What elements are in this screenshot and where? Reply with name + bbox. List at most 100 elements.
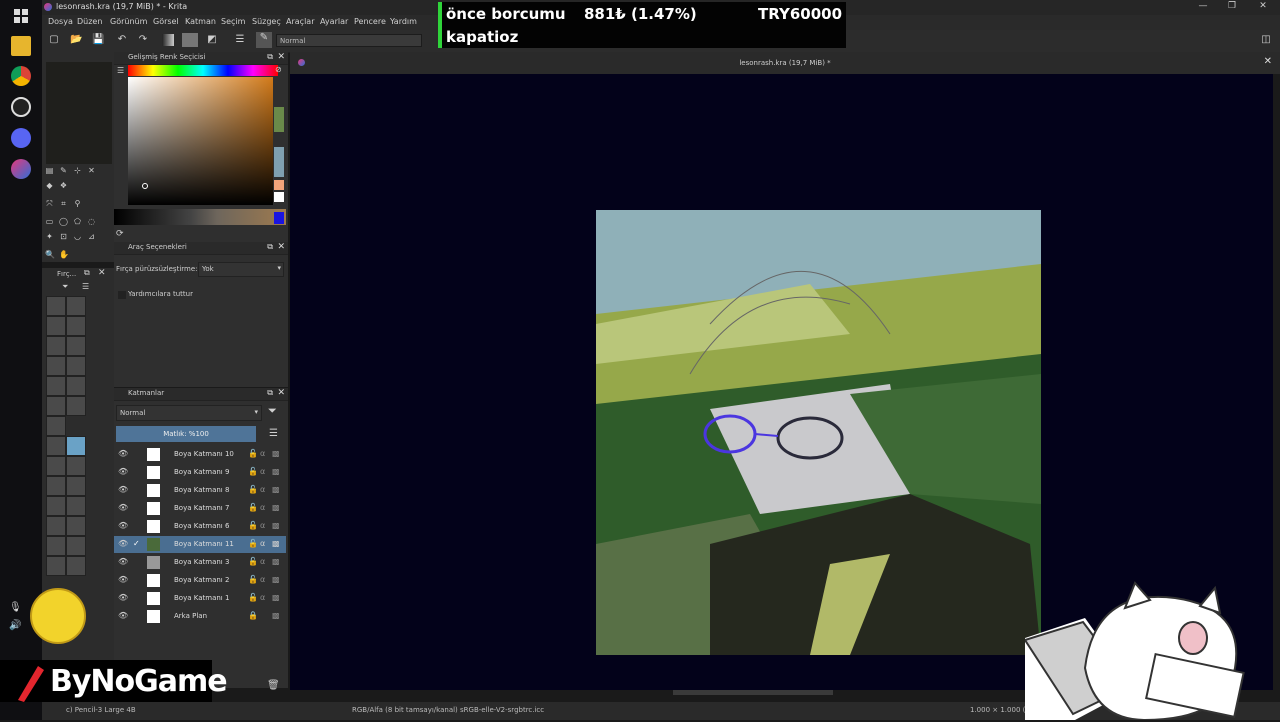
layer-row[interactable]: 👁 Boya Katmanı 10 🔓 α ▩ <box>114 446 286 463</box>
brush-preset[interactable] <box>66 296 86 316</box>
layer-row[interactable]: 👁 Boya Katmanı 9 🔓 α ▩ <box>114 464 286 481</box>
pin-tool-icon[interactable]: ⚲ <box>73 199 82 208</box>
brush-preset[interactable] <box>46 296 66 316</box>
recent-color-swatch[interactable] <box>274 180 284 190</box>
inherit-alpha-icon[interactable]: ▩ <box>272 503 280 512</box>
refresh-icon[interactable]: ⟳ <box>116 229 124 239</box>
menu-araclar[interactable]: Araçlar <box>286 17 314 26</box>
float-docker-icon[interactable]: ⧉ <box>267 52 273 62</box>
file-explorer-icon[interactable] <box>11 36 31 56</box>
inherit-alpha-icon[interactable]: ▩ <box>272 449 280 458</box>
menu-secim[interactable]: Seçim <box>221 17 245 26</box>
brush-preset[interactable] <box>46 336 66 356</box>
alpha-lock-icon[interactable]: α <box>260 467 265 476</box>
mic-icon[interactable]: 🎙 <box>9 602 22 613</box>
alpha-lock-icon[interactable]: α <box>260 485 265 494</box>
brush-preset[interactable] <box>46 316 66 336</box>
blue-swatch[interactable] <box>274 212 284 224</box>
brush-preset[interactable] <box>66 456 86 476</box>
alpha-lock-icon[interactable]: α <box>260 593 265 602</box>
menu-pencere[interactable]: Pencere <box>354 17 386 26</box>
chrome-icon[interactable] <box>11 66 31 86</box>
lock-icon[interactable]: 🔓 <box>248 485 258 494</box>
layer-row[interactable]: 👁 Boya Katmanı 7 🔓 α ▩ <box>114 500 286 517</box>
inherit-alpha-icon[interactable]: ▩ <box>272 521 280 530</box>
save-icon[interactable]: 💾 <box>92 34 104 46</box>
brush-preset[interactable] <box>66 316 86 336</box>
freehand-select-icon[interactable]: ◌ <box>87 217 96 226</box>
lock-icon[interactable]: 🔓 <box>248 539 258 548</box>
fg-bg-color-icon[interactable]: ◩ <box>206 34 218 46</box>
bezier-select-icon[interactable]: ◡ <box>73 232 82 241</box>
alpha-lock-icon[interactable]: α <box>260 521 265 530</box>
brush-preset[interactable] <box>66 476 86 496</box>
brush-preset-icon[interactable]: ✎ <box>256 32 272 48</box>
lock-icon[interactable]: 🔓 <box>248 449 258 458</box>
volume-icon[interactable]: 🔊 <box>9 620 21 631</box>
brush-preset[interactable] <box>46 376 66 396</box>
brush-preset[interactable] <box>66 376 86 396</box>
brush-preset[interactable] <box>66 396 86 416</box>
inherit-alpha-icon[interactable]: ▩ <box>272 539 280 548</box>
brush-preset[interactable] <box>46 556 66 576</box>
brushes-close-icon[interactable]: ✕ <box>98 268 106 278</box>
menu-katman[interactable]: Katman <box>185 17 216 26</box>
alpha-lock-icon[interactable]: α <box>260 503 265 512</box>
multibrush-tool-icon[interactable]: ❖ <box>59 181 68 190</box>
opacity-slider[interactable]: Matlık: %100 <box>116 426 256 442</box>
visibility-icon[interactable]: 👁 <box>118 485 128 494</box>
new-file-icon[interactable]: ▢ <box>48 34 60 46</box>
fg-color-swatch[interactable] <box>274 192 284 202</box>
alpha-lock-icon[interactable]: α <box>260 575 265 584</box>
lock-icon[interactable]: 🔓 <box>248 557 258 566</box>
visibility-icon[interactable]: 👁 <box>118 611 128 620</box>
eyedropper-tool-icon[interactable]: ✎ <box>59 166 68 175</box>
undo-icon[interactable]: ↶ <box>116 34 128 46</box>
zoom-tool-icon[interactable]: 🔍 <box>45 250 55 259</box>
visibility-icon[interactable]: 👁 <box>118 467 128 476</box>
float-docker-icon[interactable]: ⧉ <box>267 242 273 252</box>
magnetic-select-icon[interactable]: ⊿ <box>87 232 96 241</box>
brush-tag-icon[interactable]: ⏷ <box>62 282 68 292</box>
smart-patch-tool-icon[interactable]: ⊹ <box>73 166 82 175</box>
inherit-alpha-icon[interactable]: ▩ <box>272 467 280 476</box>
filter-icon[interactable]: ⏷ <box>268 404 277 418</box>
contiguous-select-icon[interactable]: ✦ <box>45 232 54 241</box>
document-tab-title[interactable]: lesonrash.kra (19,7 MiB) * <box>290 59 1280 67</box>
alpha-lock-icon[interactable]: α <box>260 557 265 566</box>
alpha-lock-icon[interactable]: α <box>260 449 265 458</box>
visibility-icon[interactable]: 👁 <box>118 557 128 566</box>
maximize-button[interactable]: ❐ <box>1223 1 1241 13</box>
visibility-icon[interactable]: 👁 <box>118 575 128 584</box>
layer-row[interactable]: 👁 Arka Plan 🔒 ▩ <box>114 608 286 625</box>
brush-preset[interactable] <box>46 496 66 516</box>
brush-preset[interactable] <box>66 336 86 356</box>
lock-icon[interactable]: 🔓 <box>248 503 258 512</box>
brush-preset[interactable] <box>46 516 66 536</box>
brush-preset[interactable] <box>46 536 66 556</box>
recent-color-swatch[interactable] <box>274 107 284 132</box>
menu-ayarlar[interactable]: Ayarlar <box>320 17 348 26</box>
pattern-icon[interactable] <box>182 33 198 47</box>
layer-blend-select[interactable]: Normal ▾ <box>116 405 262 421</box>
brush-settings-icon[interactable]: ☰ <box>234 34 246 46</box>
inherit-alpha-icon[interactable]: ▩ <box>272 575 280 584</box>
layer-row-selected[interactable]: 👁 ✓ Boya Katmanı 11 🔓 α ▩ <box>114 536 286 553</box>
polygon-select-icon[interactable]: ⬠ <box>73 217 82 226</box>
close-window-button[interactable]: ✕ <box>1254 1 1272 13</box>
recent-color-swatch[interactable] <box>274 147 284 177</box>
layer-row[interactable]: 👁 Boya Katmanı 6 🔓 α ▩ <box>114 518 286 535</box>
visibility-icon[interactable]: 👁 <box>118 593 128 602</box>
brush-preset-selected[interactable] <box>66 436 86 456</box>
delete-layer-icon[interactable]: 🗑 <box>267 680 280 691</box>
inherit-alpha-icon[interactable]: ▩ <box>272 593 280 602</box>
fill-tool-icon[interactable]: ▤ <box>45 166 54 175</box>
hue-slider[interactable] <box>128 65 278 76</box>
layer-row[interactable]: 👁 Boya Katmanı 2 🔓 α ▩ <box>114 572 286 589</box>
menu-gorsel[interactable]: Görsel <box>153 17 179 26</box>
layer-row[interactable]: 👁 Boya Katmanı 8 🔓 α ▩ <box>114 482 286 499</box>
inherit-alpha-icon[interactable]: ▩ <box>272 485 280 494</box>
inherit-alpha-icon[interactable]: ▩ <box>272 611 280 620</box>
brush-preset[interactable] <box>46 396 66 416</box>
visibility-icon[interactable]: 👁 <box>118 521 128 530</box>
